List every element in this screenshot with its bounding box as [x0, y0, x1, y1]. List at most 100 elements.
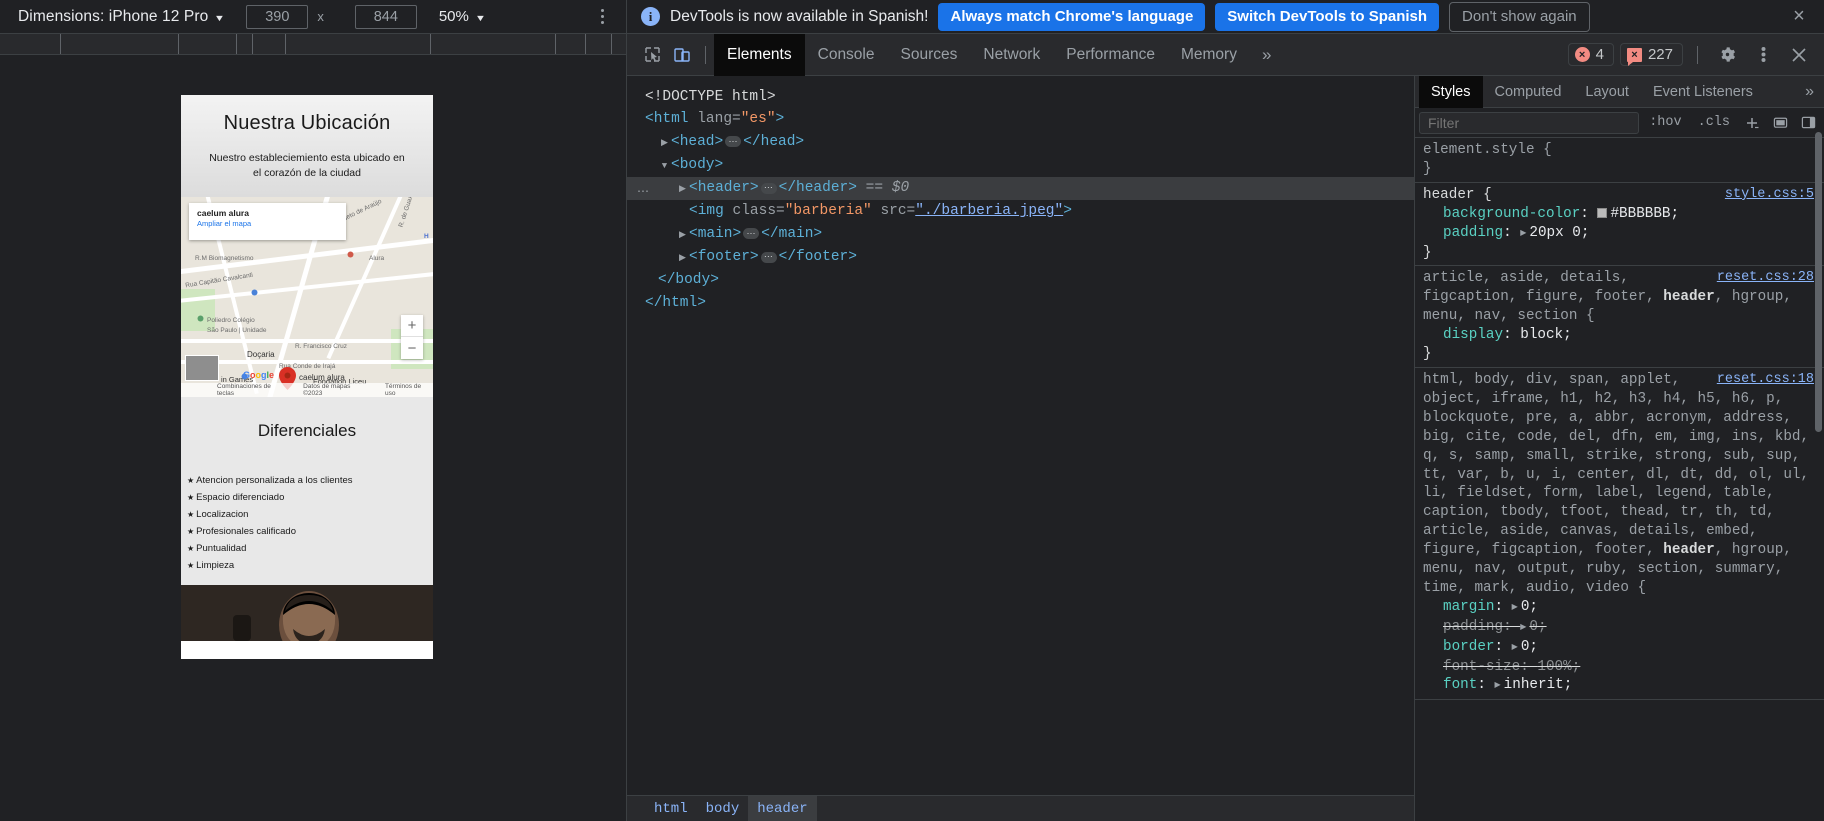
selector-part[interactable]: li, fieldset, form, label, legend, table…	[1423, 485, 1775, 501]
collapsed-children-icon[interactable]: ⋯	[725, 136, 742, 148]
selector-part[interactable]: , hgroup,	[1715, 289, 1792, 305]
rule-header[interactable]: style.css:5 header { background-color: #…	[1415, 183, 1824, 267]
viewport-ruler[interactable]	[0, 34, 626, 55]
property-value[interactable]: #BBBBBB	[1610, 206, 1670, 222]
map-keyboard-shortcuts[interactable]: Combinaciones de teclas	[217, 383, 289, 397]
css-rules-list[interactable]: element.style { } style.css:5 header { b…	[1415, 138, 1824, 821]
rule-source-link[interactable]: style.css:5	[1725, 186, 1814, 205]
declaration-font[interactable]: font: ▶ inherit;	[1415, 676, 1824, 696]
map-info-card[interactable]: caelum alura Ampliar el mapa	[189, 203, 346, 241]
close-devtools-icon[interactable]	[1784, 40, 1814, 70]
img-src-value[interactable]: "./barberia.jpeg"	[915, 203, 1063, 219]
device-height-input[interactable]	[354, 4, 417, 29]
declaration-padding-overridden[interactable]: padding: ▶ 0;	[1415, 618, 1824, 638]
device-dimensions-selector[interactable]: Dimensions: iPhone 12 Pro ▼	[18, 8, 225, 26]
plus-icon[interactable]	[1740, 111, 1764, 135]
property-value[interactable]: 20px 0	[1529, 225, 1580, 241]
inspect-cursor-icon[interactable]	[637, 41, 667, 69]
street-view-thumbnail[interactable]	[185, 355, 219, 382]
property-value[interactable]: inherit	[1504, 677, 1564, 693]
more-styles-tabs-icon[interactable]: »	[1795, 83, 1824, 101]
breadcrumb-header[interactable]: header	[748, 795, 817, 821]
expand-triangle-main[interactable]: ▶	[676, 224, 689, 246]
toggle-hover-state-button[interactable]: :hov	[1643, 115, 1687, 130]
declaration-border[interactable]: border: ▶ 0;	[1415, 638, 1824, 658]
panel-toggle-icon[interactable]	[1796, 111, 1820, 135]
color-swatch[interactable]	[1597, 207, 1608, 218]
selector-header[interactable]: header	[1423, 187, 1474, 203]
toggle-class-button[interactable]: .cls	[1692, 115, 1736, 130]
google-map-embed[interactable]: R. Dr. Neto de Araújo R. de Guaxima R.M …	[181, 197, 433, 398]
always-match-language-button[interactable]: Always match Chrome's language	[938, 2, 1206, 31]
expand-shorthand-icon[interactable]: ▶	[1520, 619, 1526, 638]
declaration-display[interactable]: display: block;	[1415, 326, 1824, 345]
styles-scrollbar-thumb[interactable]	[1815, 132, 1822, 432]
property-value[interactable]: 0	[1529, 619, 1538, 635]
switch-to-spanish-button[interactable]: Switch DevTools to Spanish	[1215, 2, 1440, 31]
map-terms-link[interactable]: Términos de uso	[385, 383, 433, 397]
device-toolbar-icon[interactable]	[667, 41, 697, 69]
tab-computed[interactable]: Computed	[1483, 76, 1574, 108]
filter-input[interactable]	[1419, 111, 1640, 134]
tab-memory[interactable]: Memory	[1168, 34, 1250, 76]
rule-element-style[interactable]: element.style { }	[1415, 138, 1824, 183]
screenshot-icon[interactable]	[1768, 111, 1792, 135]
selector-part[interactable]: q, s, samp, small, strike, strong, sub, …	[1423, 448, 1801, 464]
dom-line-footer[interactable]: ▶ <footer> ⋯ </footer>	[627, 246, 1414, 269]
dom-line-main[interactable]: ▶ <main> ⋯ </main>	[627, 223, 1414, 246]
tab-network[interactable]: Network	[970, 34, 1053, 76]
selector-part[interactable]: html, body, div, span, applet,	[1423, 372, 1680, 388]
selector-part[interactable]: time, mark, audio, video	[1423, 580, 1629, 596]
property-value[interactable]: block	[1520, 327, 1563, 343]
expand-triangle-head[interactable]: ▶	[658, 132, 671, 154]
collapsed-children-icon[interactable]: ⋯	[743, 228, 760, 240]
rule-source-link[interactable]: reset.css:18	[1717, 371, 1814, 390]
tab-elements[interactable]: Elements	[714, 33, 805, 76]
selector-part[interactable]: menu, nav, section	[1423, 308, 1577, 324]
tab-performance[interactable]: Performance	[1053, 34, 1168, 76]
dom-tree[interactable]: <!DOCTYPE html> <html lang="es"> ▶ <head>…	[627, 76, 1414, 795]
map-zoom-controls[interactable]: + −	[401, 315, 423, 360]
selector-part[interactable]: menu, nav, output, ruby, section, summar…	[1423, 561, 1783, 577]
dom-line-header-selected[interactable]: ⋯ ▶ <header> ⋯ </header> == $0	[627, 177, 1414, 201]
tab-styles[interactable]: Styles	[1419, 75, 1483, 108]
dont-show-again-button[interactable]: Don't show again	[1449, 1, 1590, 32]
breadcrumb-html[interactable]: html	[645, 796, 697, 821]
selector-part[interactable]: big, cite, code, del, dfn, em, img, ins,…	[1423, 429, 1809, 445]
selector-matched-part[interactable]: header	[1663, 542, 1714, 558]
selector-part[interactable]: caption, tbody, tfoot, thead, tr, th, td…	[1423, 504, 1775, 520]
expand-triangle-header[interactable]: ▶	[676, 178, 689, 200]
close-notification-icon[interactable]: ×	[1786, 4, 1812, 30]
collapsed-children-icon[interactable]: ⋯	[760, 182, 777, 194]
selector-element-style[interactable]: element.style	[1423, 142, 1535, 158]
expand-shorthand-icon[interactable]: ▶	[1520, 225, 1526, 244]
declaration-padding[interactable]: padding: ▶ 20px 0;	[1415, 224, 1824, 244]
device-width-input[interactable]	[246, 4, 309, 29]
selector-part[interactable]: article, aside, details,	[1423, 270, 1629, 286]
selector-part[interactable]: blockquote, pre, a, abbr, acronym, addre…	[1423, 410, 1792, 426]
collapsed-children-icon[interactable]: ⋯	[760, 251, 777, 263]
rule-source-link[interactable]: reset.css:28	[1717, 269, 1814, 288]
map-zoom-in-button[interactable]: +	[401, 315, 423, 338]
selector-part[interactable]: tt, var, b, u, i, center, dl, dt, dd, ol…	[1423, 467, 1809, 483]
property-value[interactable]: 100%	[1537, 659, 1571, 675]
declaration-background-color[interactable]: background-color: #BBBBBB;	[1415, 205, 1824, 224]
tab-layout[interactable]: Layout	[1573, 76, 1641, 108]
map-zoom-out-button[interactable]: −	[401, 337, 423, 359]
more-tools-icon[interactable]	[1748, 40, 1778, 70]
gear-icon[interactable]	[1712, 40, 1742, 70]
dom-line-img[interactable]: <img class="barberia" src="./barberia.jp…	[627, 200, 1414, 222]
declaration-font-size-overridden[interactable]: font-size: 100%;	[1415, 658, 1824, 677]
tab-event-listeners[interactable]: Event Listeners	[1641, 76, 1765, 108]
expand-shorthand-icon[interactable]: ▶	[1495, 677, 1501, 696]
declaration-margin[interactable]: margin: ▶ 0;	[1415, 598, 1824, 618]
tab-console[interactable]: Console	[805, 34, 888, 76]
rule-reset-global[interactable]: reset.css:18 html, body, div, span, appl…	[1415, 368, 1824, 701]
rule-reset-block-display[interactable]: reset.css:28 article, aside, details, fi…	[1415, 266, 1824, 368]
device-toolbar-more-options-icon[interactable]	[592, 7, 612, 27]
selector-part[interactable]: figcaption, figure, footer,	[1423, 289, 1663, 305]
selector-part[interactable]: article, aside, canvas, details, embed,	[1423, 523, 1758, 539]
dom-line-body[interactable]: ▼ <body>	[627, 154, 1414, 177]
selector-part[interactable]: object, iframe, h1, h2, h3, h4, h5, h6, …	[1423, 391, 1783, 407]
issue-count-badge[interactable]: × 227	[1619, 43, 1683, 66]
